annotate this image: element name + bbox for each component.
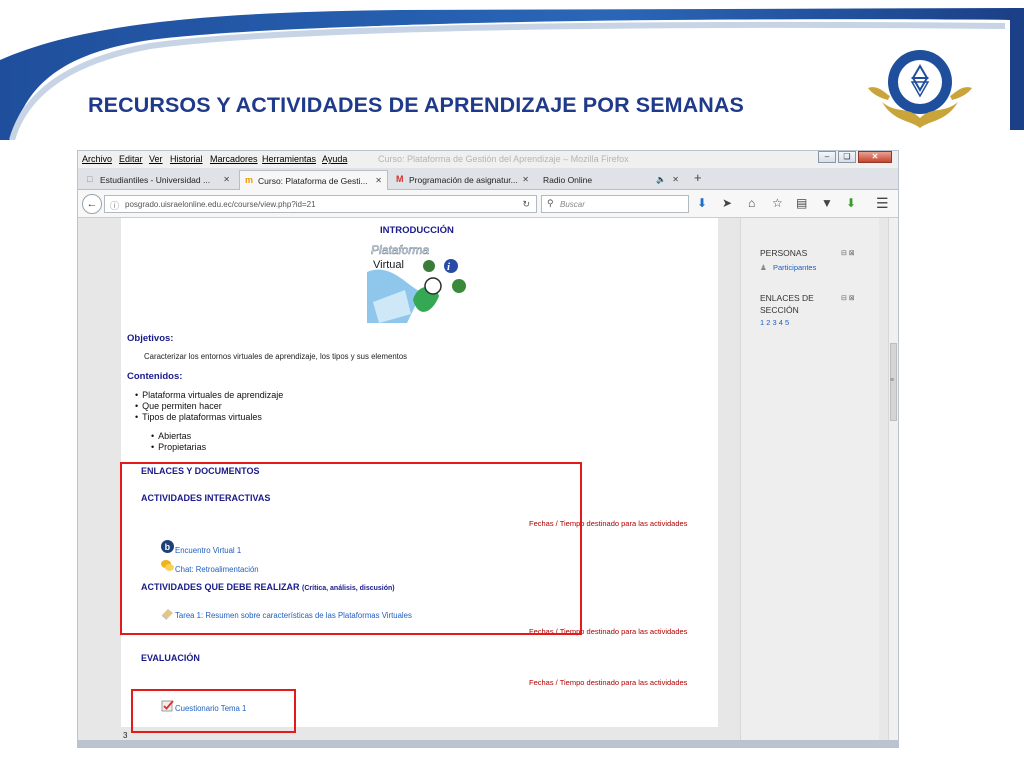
tab-estudiantiles[interactable]: □ Estudiantiles - Universidad ... ✕ bbox=[82, 170, 235, 190]
image-title-line-2: Virtual bbox=[373, 259, 404, 271]
intro-heading: INTRODUCCIÓN bbox=[380, 225, 454, 236]
image-title-line-1: Plataforma bbox=[371, 243, 429, 257]
window-controls: – ❏ ✕ bbox=[818, 151, 892, 165]
menu-ver[interactable]: Ver bbox=[149, 154, 163, 164]
home-icon[interactable]: ⌂ bbox=[748, 196, 755, 210]
tab-programacion[interactable]: M Programación de asignatur... ✕ bbox=[391, 170, 534, 190]
info-icon[interactable]: ⓘ bbox=[110, 199, 119, 212]
tab-label: Programación de asignatur... bbox=[409, 175, 518, 185]
participants-icon: ♟ bbox=[760, 263, 767, 272]
reload-icon[interactable]: ↻ bbox=[522, 199, 530, 210]
slide: RECURSOS Y ACTIVIDADES DE APRENDIZAJE PO… bbox=[0, 0, 1024, 768]
section-links[interactable]: 1 2 3 4 5 bbox=[760, 318, 789, 327]
back-arrow-icon[interactable]: ← bbox=[82, 194, 102, 214]
close-tab-icon[interactable]: ✕ bbox=[223, 175, 230, 184]
tab-label: Estudiantiles - Universidad ... bbox=[100, 175, 211, 185]
close-tab-icon[interactable]: ✕ bbox=[375, 176, 382, 185]
bookmark-star-icon[interactable]: ☆ bbox=[772, 196, 783, 210]
minimize-icon[interactable]: – bbox=[818, 151, 836, 163]
tab-label: Radio Online bbox=[543, 175, 593, 185]
contenidos-heading: Contenidos: bbox=[127, 371, 183, 382]
highlight-activities-box bbox=[120, 462, 582, 635]
tab-curso[interactable]: m Curso: Plataforma de Gesti... ✕ bbox=[239, 170, 388, 190]
restore-icon[interactable]: ❏ bbox=[838, 151, 856, 163]
download-icon[interactable]: ⬇ bbox=[697, 196, 707, 210]
objetivos-text: Caracterizar los entornos virtuales de a… bbox=[144, 352, 408, 361]
gmail-icon: M bbox=[396, 174, 404, 184]
speaker-icon[interactable]: 🔈 bbox=[656, 175, 666, 184]
new-tab-button[interactable]: + bbox=[694, 170, 702, 185]
objetivos-heading: Objetivos: bbox=[127, 333, 174, 344]
browser-window: Archivo Editar Ver Historial Marcadores … bbox=[77, 150, 899, 746]
pocket-icon[interactable]: ▼ bbox=[821, 196, 833, 210]
scroll-grip-icon: ≡ bbox=[890, 377, 895, 384]
personas-block-title: PERSONAS bbox=[760, 248, 808, 258]
list-item: Que permiten hacer bbox=[135, 401, 222, 411]
url-text: posgrado.uisraelonline.edu.ec/course/vie… bbox=[125, 200, 316, 209]
close-tab-icon[interactable]: ✕ bbox=[522, 175, 529, 184]
search-icon: ⚲ bbox=[547, 198, 554, 208]
tab-bar: □ Estudiantiles - Universidad ... ✕ m Cu… bbox=[78, 168, 898, 190]
os-taskbar bbox=[77, 740, 899, 748]
url-bar[interactable]: ⓘ posgrado.uisraelonline.edu.ec/course/v… bbox=[104, 195, 537, 213]
tab-label: Curso: Plataforma de Gesti... bbox=[258, 176, 368, 186]
list-item: Tipos de plataformas virtuales bbox=[135, 412, 262, 422]
send-icon[interactable]: ➤ bbox=[722, 196, 732, 210]
slide-page-number: 3 bbox=[123, 731, 128, 740]
moodle-icon: m bbox=[245, 175, 254, 185]
close-tab-icon[interactable]: ✕ bbox=[672, 175, 679, 184]
search-placeholder: Buscar bbox=[560, 200, 585, 209]
menu-historial[interactable]: Historial bbox=[170, 154, 203, 164]
search-input[interactable]: ⚲ Buscar bbox=[541, 195, 689, 213]
plataforma-virtual-image: i Plataforma Virtual bbox=[367, 242, 471, 323]
vertical-scrollbar[interactable]: ≡ bbox=[888, 218, 898, 745]
menu-editar[interactable]: Editar bbox=[119, 154, 143, 164]
tab-radio-online[interactable]: Radio Online 🔈 ✕ bbox=[537, 170, 684, 190]
menu-archivo[interactable]: Archivo bbox=[82, 154, 112, 164]
participantes-link[interactable]: Participantes bbox=[773, 263, 816, 272]
navigation-bar: ← ⓘ posgrado.uisraelonline.edu.ec/course… bbox=[78, 190, 898, 218]
fechas-note: Fechas / Tiempo destinado para las activ… bbox=[529, 678, 688, 687]
course-sidebar: PERSONAS ⊟ ⊠ ♟ Participantes ENLACES DE … bbox=[740, 218, 879, 745]
enlaces-seccion-title-1: ENLACES DE bbox=[760, 293, 814, 303]
list-item: Plataforma virtuales de aprendizaje bbox=[135, 390, 283, 400]
hamburger-menu-icon[interactable]: ☰ bbox=[876, 196, 889, 210]
enlaces-seccion-title-2: SECCIÓN bbox=[760, 305, 799, 315]
window-title: Curso: Plataforma de Gestión del Aprendi… bbox=[378, 154, 629, 164]
slide-title: RECURSOS Y ACTIVIDADES DE APRENDIZAJE PO… bbox=[88, 93, 744, 117]
block-collapse-icon[interactable]: ⊟ ⊠ bbox=[841, 294, 855, 302]
close-window-icon[interactable]: ✕ bbox=[858, 151, 892, 163]
menu-marcadores[interactable]: Marcadores bbox=[210, 154, 258, 164]
sub-list-item: Abiertas bbox=[151, 431, 191, 441]
sub-list-item: Propietarias bbox=[151, 442, 206, 452]
page-icon: □ bbox=[87, 174, 93, 184]
menu-ayuda[interactable]: Ayuda bbox=[322, 154, 347, 164]
addon-download-icon[interactable]: ⬇ bbox=[846, 196, 856, 210]
evaluacion-heading: EVALUACIÓN bbox=[141, 653, 200, 663]
menu-herramientas[interactable]: Herramientas bbox=[262, 154, 316, 164]
university-crest-logo bbox=[868, 50, 972, 128]
block-collapse-icon[interactable]: ⊟ ⊠ bbox=[841, 249, 855, 257]
clipboard-icon[interactable]: ▤ bbox=[796, 196, 807, 210]
menu-bar: Archivo Editar Ver Historial Marcadores … bbox=[78, 151, 898, 168]
highlight-quiz-box bbox=[131, 689, 296, 733]
